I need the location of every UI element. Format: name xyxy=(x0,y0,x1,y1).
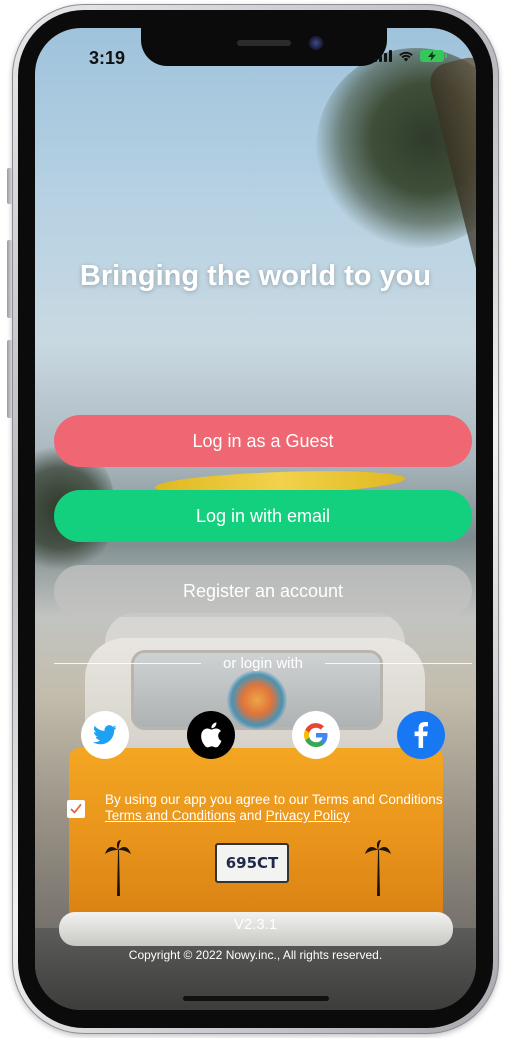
terms-sentence: By using our app you agree to our Terms … xyxy=(105,792,443,807)
facebook-icon xyxy=(414,722,428,748)
terms-text: By using our app you agree to our Terms … xyxy=(105,792,442,824)
google-icon xyxy=(304,723,328,747)
palm-decal-left-shape xyxy=(105,840,131,896)
palm-decal-right-icon xyxy=(365,840,391,904)
twitter-icon xyxy=(93,725,117,745)
palm-decal-left-icon xyxy=(105,840,131,904)
charging-bolt-icon xyxy=(428,51,436,61)
silent-switch xyxy=(7,168,12,204)
terms-link[interactable]: Terms and Conditions xyxy=(105,808,236,823)
facebook-login-button[interactable] xyxy=(397,711,445,759)
battery-charging-icon xyxy=(420,50,447,62)
license-plate: 695CT xyxy=(215,843,289,883)
volume-down-button xyxy=(7,340,12,418)
app-version: V2.3.1 xyxy=(233,916,278,933)
email-login-button[interactable]: Log in with email xyxy=(54,490,472,542)
home-indicator[interactable] xyxy=(183,996,329,1001)
social-divider: or login with xyxy=(54,653,473,673)
terms-checkbox[interactable] xyxy=(67,800,85,818)
copyright-text: Copyright © 2022 Nowy.inc., All rights r… xyxy=(128,948,383,962)
google-login-button[interactable] xyxy=(292,711,340,759)
checkmark-icon xyxy=(70,804,82,814)
terms-and-text: and xyxy=(239,808,262,823)
notch xyxy=(141,28,387,66)
divider-line-right xyxy=(325,662,473,664)
privacy-policy-link[interactable]: Privacy Policy xyxy=(266,808,350,823)
page-title: Bringing the world to you xyxy=(79,260,432,292)
guest-login-button[interactable]: Log in as a Guest xyxy=(54,415,472,467)
palm-decal-right-shape xyxy=(365,840,391,896)
apple-login-button[interactable] xyxy=(187,711,235,759)
register-button[interactable]: Register an account xyxy=(54,565,472,617)
volume-up-button xyxy=(7,240,12,318)
status-icons xyxy=(374,50,447,62)
twitter-login-button[interactable] xyxy=(81,711,129,759)
front-camera-icon xyxy=(309,36,323,50)
social-login-row xyxy=(35,711,476,759)
speaker-grille xyxy=(237,40,291,46)
wifi-icon xyxy=(399,51,413,62)
apple-icon xyxy=(201,722,222,748)
divider-line-left xyxy=(54,662,201,664)
cellular-signal-icon xyxy=(374,50,392,62)
status-time: 3:19 xyxy=(89,48,126,68)
app-screen: 695CT 3:19 Bringing the world to you Log… xyxy=(35,28,476,1010)
terms-agreement: By using our app you agree to our Terms … xyxy=(67,792,467,824)
divider-label: or login with xyxy=(222,654,304,672)
